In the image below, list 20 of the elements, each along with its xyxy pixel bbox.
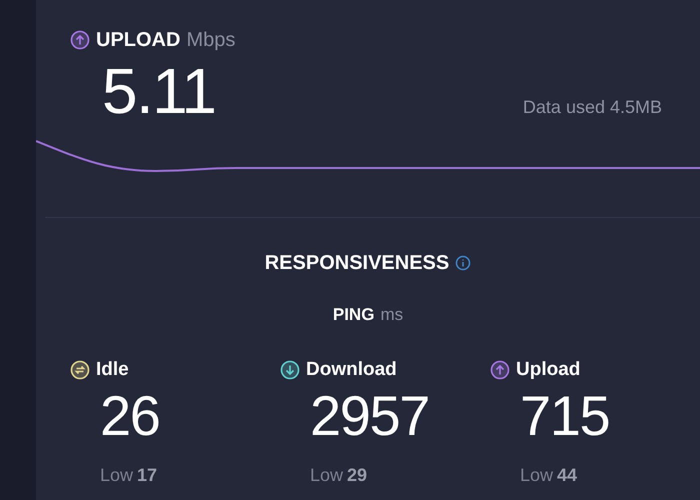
metric-value: 26 [99, 384, 160, 448]
unit-label: Mbps [186, 28, 236, 53]
metric-label: Idle [96, 358, 129, 382]
data-used-text: Data used 4.5MB [522, 96, 662, 119]
info-icon[interactable] [455, 255, 472, 271]
upload-speed-value: 5.11 [102, 55, 216, 127]
low-value: 17 [137, 464, 158, 487]
ping-label: PING [332, 304, 374, 326]
low-label: Low [520, 464, 554, 487]
low-value: 44 [557, 464, 578, 487]
upload-label: UPLOAD [96, 28, 180, 53]
ping-unit: ms [380, 304, 404, 326]
section-title: RESPONSIVENESS [264, 251, 450, 276]
metric-value: 2957 [309, 384, 430, 448]
low-value: 29 [347, 464, 368, 487]
metric-value: 715 [519, 384, 610, 448]
low-label: Low [100, 464, 134, 487]
metric-label: Upload [516, 358, 580, 382]
metric-label: Download [306, 358, 397, 382]
low-label: Low [310, 464, 344, 487]
